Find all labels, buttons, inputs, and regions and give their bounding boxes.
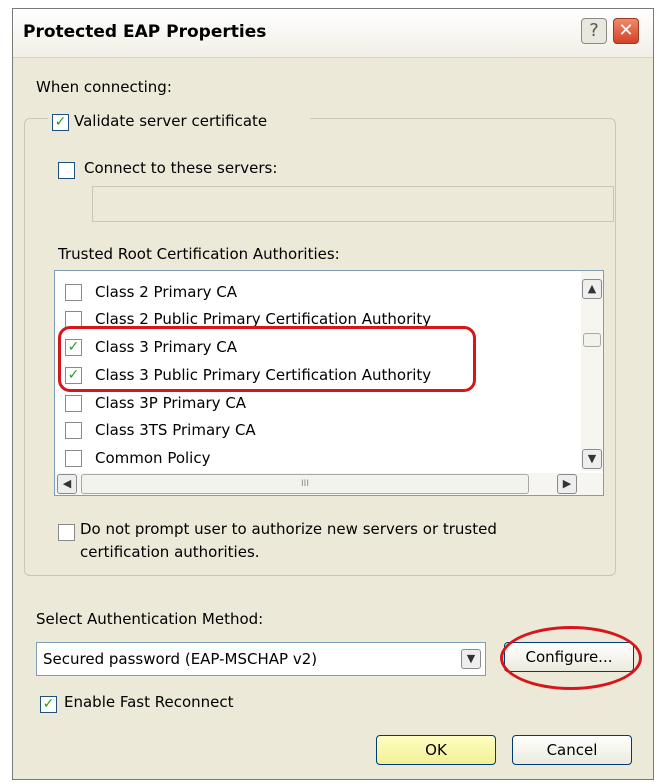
fast-reconnect-checkbox[interactable]: ✓ (40, 696, 57, 713)
trusted-root-ca-list[interactable]: Class 2 Primary CA Class 2 Public Primar… (54, 270, 604, 496)
do-not-prompt-label-line1: Do not prompt user to authorize new serv… (80, 520, 497, 538)
dialog-title: Protected EAP Properties (23, 22, 267, 42)
list-item-checkbox[interactable]: ✓ (65, 339, 82, 356)
chevron-down-icon[interactable]: ▼ (461, 649, 481, 669)
list-item-label: Class 3 Primary CA (95, 338, 238, 356)
title-bar[interactable]: Protected EAP Properties ? ✕ (13, 9, 653, 58)
ok-button[interactable]: OK (376, 735, 496, 765)
list-item-checkbox[interactable] (65, 311, 82, 328)
server-names-field[interactable] (92, 186, 614, 222)
scroll-right-icon[interactable]: ▶ (557, 474, 577, 494)
when-connecting-label: When connecting: (36, 78, 172, 96)
list-item-label: Common Policy (95, 449, 211, 467)
vertical-scrollbar[interactable]: ▲ ▼ (581, 271, 603, 471)
list-item-checkbox[interactable] (65, 450, 82, 467)
list-item[interactable]: ✓ Class 3 Public Primary Certification A… (55, 362, 575, 389)
vertical-scroll-thumb[interactable] (583, 333, 601, 347)
list-item[interactable]: ✓ Class 3 Primary CA (55, 334, 575, 361)
scroll-down-icon[interactable]: ▼ (582, 449, 602, 469)
connect-to-servers-checkbox[interactable] (58, 162, 75, 179)
validate-server-certificate-checkbox[interactable]: ✓ (52, 114, 69, 131)
validate-server-certificate-label: Validate server certificate (74, 112, 268, 130)
auth-method-label: Select Authentication Method: (36, 610, 264, 628)
configure-button[interactable]: Configure... (504, 642, 634, 672)
list-item[interactable]: Common Policy (55, 445, 575, 472)
list-item-label: Class 2 Primary CA (95, 283, 238, 301)
horizontal-scrollbar[interactable]: ◀ III ▶ (55, 473, 603, 495)
list-item-label: Class 3TS Primary CA (95, 421, 256, 439)
close-button[interactable]: ✕ (613, 18, 639, 44)
list-item-checkbox[interactable]: ✓ (65, 367, 82, 384)
connect-to-servers-label: Connect to these servers: (84, 159, 278, 177)
do-not-prompt-checkbox[interactable] (58, 524, 75, 541)
list-item[interactable]: Class 3P Primary CA (55, 390, 575, 417)
do-not-prompt-label-line2: certification authorities. (80, 543, 260, 561)
auth-method-value: Secured password (EAP-MSCHAP v2) (43, 650, 318, 668)
validate-server-certificate-option[interactable]: ✓ Validate server certificate (48, 110, 310, 134)
list-item[interactable]: Class 3TS Primary CA (55, 417, 575, 444)
list-item-checkbox[interactable] (65, 395, 82, 412)
list-item-label: Class 3P Primary CA (95, 394, 247, 412)
list-item-checkbox[interactable] (65, 422, 82, 439)
list-item[interactable]: Class 2 Public Primary Certification Aut… (55, 306, 575, 333)
fast-reconnect-label: Enable Fast Reconnect (64, 693, 234, 711)
list-item[interactable]: Class 2 Primary CA (55, 279, 575, 306)
list-item-label: Class 3 Public Primary Certification Aut… (95, 366, 432, 384)
help-button[interactable]: ? (581, 18, 607, 44)
horizontal-scroll-thumb[interactable]: III (81, 474, 529, 494)
list-item-label: Class 2 Public Primary Certification Aut… (95, 310, 432, 328)
scroll-left-icon[interactable]: ◀ (57, 474, 77, 494)
cancel-button[interactable]: Cancel (512, 735, 632, 765)
auth-method-select[interactable]: Secured password (EAP-MSCHAP v2) ▼ (36, 642, 486, 676)
list-item-checkbox[interactable] (65, 284, 82, 301)
trusted-roots-label: Trusted Root Certification Authorities: (58, 245, 340, 263)
scroll-up-icon[interactable]: ▲ (582, 279, 602, 299)
